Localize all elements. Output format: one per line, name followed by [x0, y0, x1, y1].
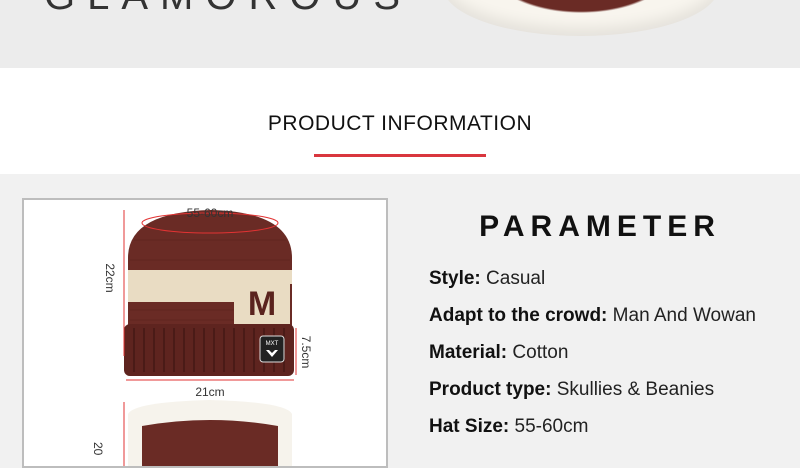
parameter-title: PARAMETER [479, 210, 721, 243]
measure-cuff: 7.5cm [299, 336, 313, 369]
measure-width: 21cm [195, 385, 224, 399]
param-product-type: Product type: Skullies & Beanies [429, 379, 756, 416]
parameter-list: Style: Casual Adapt to the crowd: Man An… [429, 268, 756, 453]
param-label: Hat Size: [429, 416, 510, 437]
hat-top-image [443, 0, 719, 36]
product-image-frame: M MXT 55-60cm 22cm 7.5cm 21cm 20 [22, 198, 388, 468]
hat-letter: M [248, 285, 276, 323]
param-label: Style: [429, 268, 481, 289]
param-label: Material: [429, 342, 508, 363]
hat-stripe-light-2 [128, 270, 174, 284]
param-value: Man And Wowan [607, 305, 756, 326]
param-value: Casual [480, 268, 546, 289]
lower-hat-inner [142, 420, 278, 466]
measure-height: 22cm [103, 263, 117, 292]
measure-lower: 20 [91, 442, 105, 456]
brand-badge [259, 335, 285, 363]
param-label: Adapt to the crowd: [429, 305, 608, 326]
badge-text: MXT [266, 341, 279, 347]
param-value: Cotton [507, 342, 569, 363]
top-banner: GLAMOROUS [0, 0, 800, 68]
param-material: Material: Cotton [429, 342, 756, 379]
param-label: Product type: [429, 379, 552, 400]
param-value: Skullies & Beanies [551, 379, 715, 400]
section-title-underline [314, 154, 486, 157]
brand-text: GLAMOROUS [44, 0, 412, 19]
hat-diagram: M MXT 55-60cm 22cm 7.5cm 21cm 20 [91, 206, 313, 466]
param-style: Style: Casual [429, 268, 756, 305]
param-crowd: Adapt to the crowd: Man And Wowan [429, 305, 756, 342]
measure-circumference: 55-60cm [187, 206, 234, 220]
product-information-header: PRODUCT INFORMATION [0, 68, 800, 174]
param-hat-size: Hat Size: 55-60cm [429, 416, 756, 453]
param-value: 55-60cm [509, 416, 589, 437]
section-title: PRODUCT INFORMATION [267, 112, 533, 135]
